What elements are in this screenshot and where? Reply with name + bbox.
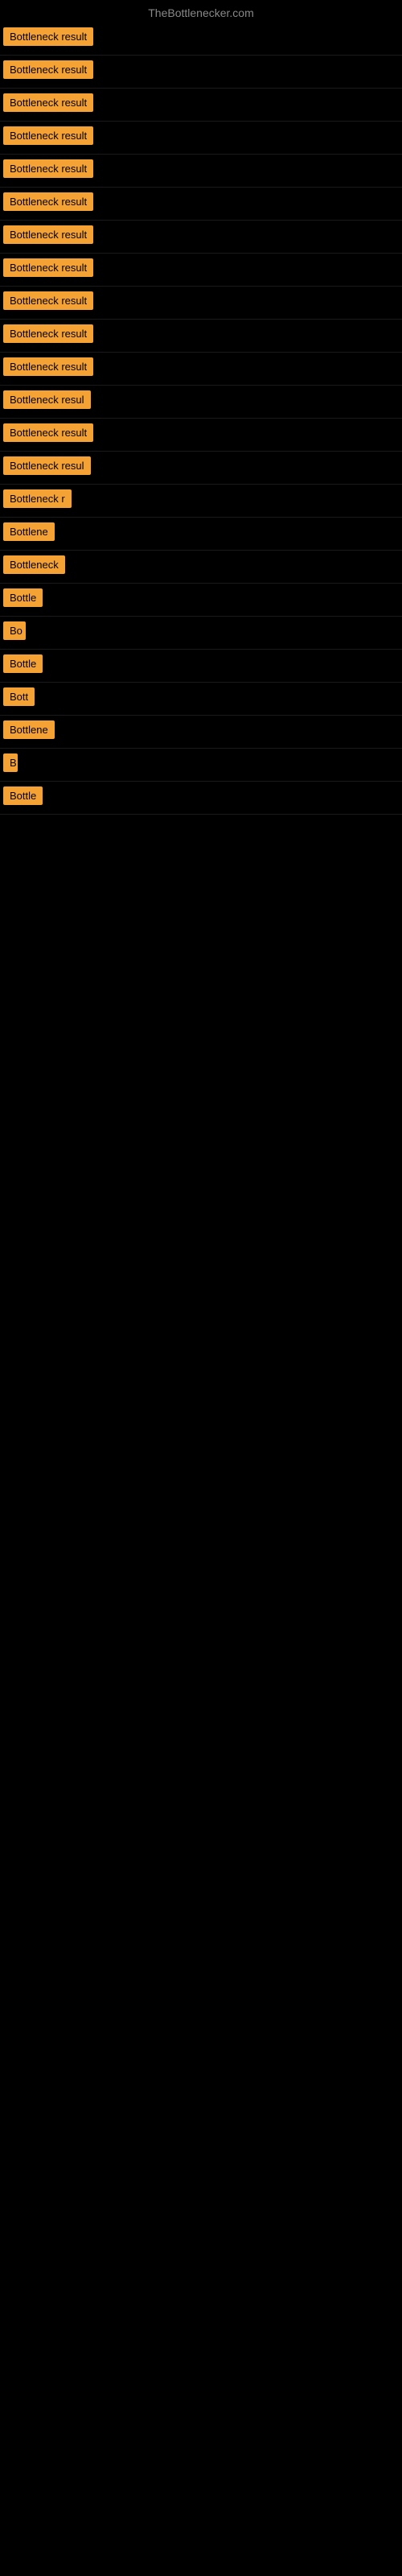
bottleneck-result-badge[interactable]: Bottleneck resul — [3, 456, 91, 475]
bottleneck-result-badge[interactable]: Bottleneck result — [3, 93, 93, 112]
list-item: Bottleneck result — [0, 188, 402, 221]
list-item: Bottleneck resul — [0, 452, 402, 485]
bottleneck-result-badge[interactable]: Bottleneck result — [3, 60, 93, 79]
bottleneck-result-badge[interactable]: Bottleneck result — [3, 192, 93, 211]
bottleneck-result-badge[interactable]: Bottleneck result — [3, 159, 93, 178]
results-list: Bottleneck result Bottleneck result Bottle… — [0, 23, 402, 815]
list-item: Bottleneck result — [0, 56, 402, 89]
list-item: Bottle — [0, 584, 402, 617]
bottleneck-result-badge[interactable]: Bottleneck result — [3, 423, 93, 442]
bottleneck-result-badge[interactable]: Bottleneck resul — [3, 390, 91, 409]
bottleneck-result-badge[interactable]: Bottleneck result — [3, 324, 93, 343]
bottleneck-result-badge[interactable]: Bottleneck result — [3, 258, 93, 277]
list-item: Bottleneck result — [0, 353, 402, 386]
list-item: Bottleneck result — [0, 23, 402, 56]
list-item: Bottleneck result — [0, 89, 402, 122]
bottleneck-result-badge[interactable]: B — [3, 753, 18, 772]
list-item: Bott — [0, 683, 402, 716]
list-item: Bo — [0, 617, 402, 650]
bottleneck-result-badge[interactable]: Bottleneck result — [3, 225, 93, 244]
list-item: Bottleneck result — [0, 419, 402, 452]
bottleneck-result-badge[interactable]: Bottleneck result — [3, 291, 93, 310]
site-title: TheBottlenecker.com — [0, 0, 402, 23]
bottleneck-result-badge[interactable]: Bottle — [3, 588, 43, 607]
list-item: Bottle — [0, 782, 402, 815]
list-item: Bottleneck result — [0, 155, 402, 188]
list-item: B — [0, 749, 402, 782]
list-item: Bottle — [0, 650, 402, 683]
list-item: Bottleneck r — [0, 485, 402, 518]
bottleneck-result-badge[interactable]: Bottleneck result — [3, 357, 93, 376]
site-title-container: TheBottlenecker.com — [0, 0, 402, 23]
bottleneck-result-badge[interactable]: Bottleneck — [3, 555, 65, 574]
bottleneck-result-badge[interactable]: Bottle — [3, 786, 43, 805]
bottleneck-result-badge[interactable]: Bo — [3, 621, 26, 640]
list-item: Bottleneck result — [0, 254, 402, 287]
bottleneck-result-badge[interactable]: Bottleneck result — [3, 126, 93, 145]
list-item: Bottleneck result — [0, 221, 402, 254]
bottleneck-result-badge[interactable]: Bottlene — [3, 522, 55, 541]
bottleneck-result-badge[interactable]: Bott — [3, 687, 35, 706]
list-item: Bottleneck — [0, 551, 402, 584]
list-item: Bottleneck result — [0, 287, 402, 320]
list-item: Bottlene — [0, 518, 402, 551]
list-item: Bottlene — [0, 716, 402, 749]
bottleneck-result-badge[interactable]: Bottleneck result — [3, 27, 93, 46]
bottleneck-result-badge[interactable]: Bottle — [3, 654, 43, 673]
list-item: Bottleneck result — [0, 122, 402, 155]
bottleneck-result-badge[interactable]: Bottleneck r — [3, 489, 72, 508]
bottleneck-result-badge[interactable]: Bottlene — [3, 720, 55, 739]
list-item: Bottleneck result — [0, 320, 402, 353]
list-item: Bottleneck resul — [0, 386, 402, 419]
